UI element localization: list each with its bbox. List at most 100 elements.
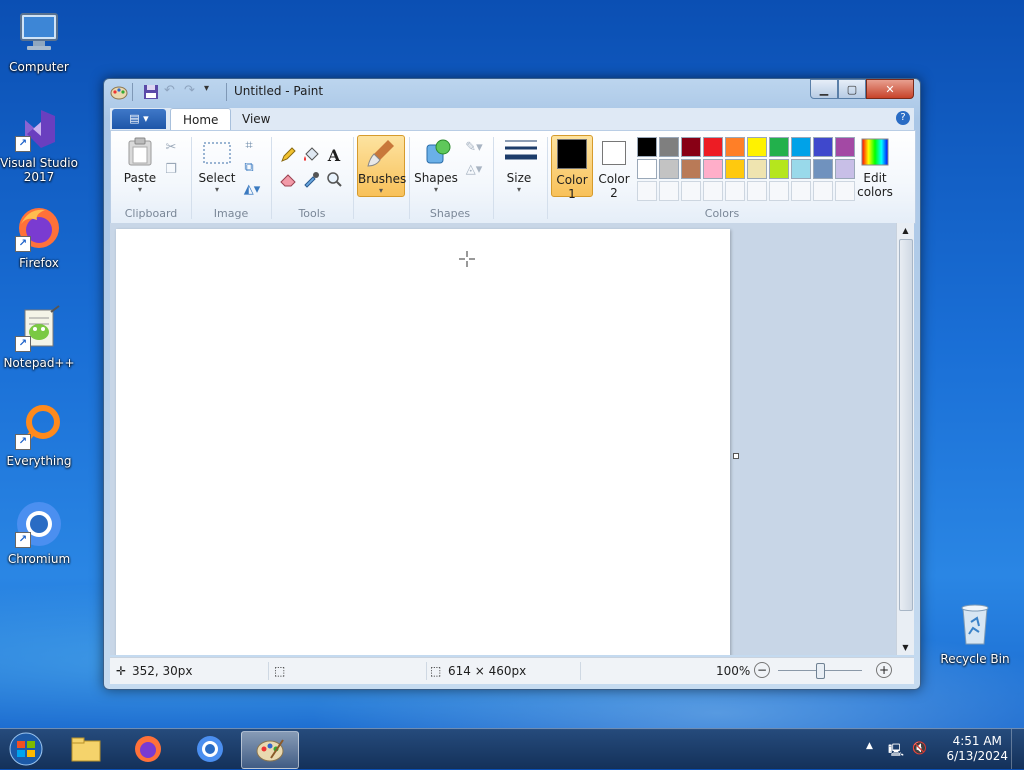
eraser-icon[interactable] xyxy=(278,169,298,189)
palette-custom-swatch[interactable] xyxy=(835,181,855,201)
palette-custom-swatch[interactable] xyxy=(681,181,701,201)
desktop-icon-notepadpp[interactable]: ↗ Notepad++ xyxy=(0,304,78,370)
desktop-icon-chromium[interactable]: ↗ Chromium xyxy=(0,500,78,566)
canvas-workspace[interactable] xyxy=(110,223,896,655)
desktop-icon-visual-studio[interactable]: ↗ Visual Studio 2017 xyxy=(0,104,78,184)
color1-button[interactable]: Color 1 xyxy=(551,135,593,201)
notepadpp-icon: ↗ xyxy=(15,304,63,352)
palette-color-swatch[interactable] xyxy=(791,137,811,157)
taskbar: ▲ 🖳 🔇 4:51 AM 6/13/2024 xyxy=(0,728,1024,769)
taskbar-paint-button[interactable] xyxy=(241,731,299,769)
palette-color-swatch[interactable] xyxy=(703,159,723,179)
palette-color-swatch[interactable] xyxy=(747,137,767,157)
color-picker-icon[interactable] xyxy=(301,169,321,189)
crop-icon[interactable]: ⌗ xyxy=(239,135,259,155)
desktop-icon-everything[interactable]: ↗ Everything xyxy=(0,402,78,468)
start-button[interactable] xyxy=(4,731,48,767)
scroll-down-icon[interactable]: ▼ xyxy=(897,643,914,652)
paint-app-icon[interactable] xyxy=(110,83,128,101)
desktop-icon-computer[interactable]: Computer xyxy=(0,8,78,74)
palette-color-swatch[interactable] xyxy=(725,137,745,157)
scroll-thumb[interactable] xyxy=(899,239,913,611)
palette-custom-swatch[interactable] xyxy=(725,181,745,201)
palette-color-swatch[interactable] xyxy=(681,159,701,179)
palette-custom-swatch[interactable] xyxy=(769,181,789,201)
palette-color-swatch[interactable] xyxy=(791,159,811,179)
brushes-label: Brushes xyxy=(358,172,407,186)
palette-color-swatch[interactable] xyxy=(769,159,789,179)
select-rectangle-icon xyxy=(202,137,232,167)
palette-custom-swatch[interactable] xyxy=(703,181,723,201)
resize-icon[interactable]: ⧉ xyxy=(239,157,259,177)
palette-color-swatch[interactable] xyxy=(835,137,855,157)
cut-icon[interactable]: ✂ xyxy=(161,137,181,157)
canvas-resize-handle[interactable] xyxy=(733,453,739,459)
save-icon[interactable] xyxy=(142,83,160,101)
palette-color-swatch[interactable] xyxy=(769,137,789,157)
customize-quick-access-icon[interactable]: ▾ xyxy=(204,83,222,101)
show-desktop-button[interactable] xyxy=(1011,729,1024,769)
palette-color-swatch[interactable] xyxy=(813,137,833,157)
palette-color-swatch[interactable] xyxy=(637,137,657,157)
zoom-slider-thumb[interactable] xyxy=(816,663,825,679)
zoom-in-icon[interactable]: + xyxy=(876,662,892,678)
palette-custom-swatch[interactable] xyxy=(637,181,657,201)
magnifier-icon[interactable] xyxy=(324,169,344,189)
scroll-up-icon[interactable]: ▲ xyxy=(897,226,914,235)
tab-home[interactable]: Home xyxy=(170,108,232,131)
fill-bucket-icon[interactable] xyxy=(301,145,321,165)
network-icon[interactable]: 🖳 xyxy=(888,741,904,762)
rotate-icon[interactable]: ◭▾ xyxy=(239,179,265,199)
drawing-canvas[interactable] xyxy=(116,229,730,655)
help-icon[interactable]: ? xyxy=(896,111,910,125)
group-clipboard-label: Clipboard xyxy=(124,207,178,220)
palette-color-swatch[interactable] xyxy=(637,159,657,179)
palette-color-swatch[interactable] xyxy=(681,137,701,157)
title-bar[interactable]: ↶ ↷ ▾ Untitled - Paint ▁ ▢ ✕ xyxy=(104,79,920,105)
minimize-button[interactable]: ▁ xyxy=(810,79,838,99)
palette-custom-swatch[interactable] xyxy=(813,181,833,201)
volume-muted-icon[interactable]: 🔇 xyxy=(912,741,927,755)
redo-icon[interactable]: ↷ xyxy=(184,83,202,101)
palette-color-swatch[interactable] xyxy=(835,159,855,179)
everything-search-icon: ↗ xyxy=(15,402,63,450)
color2-button[interactable]: Color 2 xyxy=(595,135,633,200)
palette-custom-swatch[interactable] xyxy=(791,181,811,201)
palette-custom-swatch[interactable] xyxy=(747,181,767,201)
taskbar-explorer-button[interactable] xyxy=(58,731,114,767)
pencil-icon[interactable] xyxy=(278,145,298,165)
folder-icon xyxy=(71,737,101,762)
edit-colors-button[interactable]: Edit colors xyxy=(855,137,895,199)
palette-color-swatch[interactable] xyxy=(703,137,723,157)
close-button[interactable]: ✕ xyxy=(866,79,914,99)
palette-color-swatch[interactable] xyxy=(659,159,679,179)
show-hidden-icons-icon[interactable]: ▲ xyxy=(866,741,873,751)
taskbar-firefox-button[interactable] xyxy=(120,731,176,767)
cursor-position: 352, 30px xyxy=(132,664,193,678)
vertical-scrollbar[interactable]: ▲ ▼ xyxy=(896,223,914,655)
group-colors-label: Colors xyxy=(704,207,740,220)
shapes-button[interactable]: Shapes ▾ xyxy=(413,137,459,194)
palette-custom-swatch[interactable] xyxy=(659,181,679,201)
desktop-icon-recycle-bin[interactable]: Recycle Bin xyxy=(936,600,1014,666)
desktop-icon-firefox[interactable]: ↗ Firefox xyxy=(0,204,78,270)
outline-icon[interactable]: ✎▾ xyxy=(461,137,487,157)
text-tool-icon[interactable]: A xyxy=(324,145,344,165)
size-button[interactable]: Size ▾ xyxy=(499,137,539,194)
tab-view[interactable]: View xyxy=(230,108,282,130)
palette-color-swatch[interactable] xyxy=(813,159,833,179)
select-button[interactable]: Select ▾ xyxy=(197,137,237,194)
copy-icon[interactable]: ❐ xyxy=(161,159,181,179)
paint-menu-button[interactable]: ▤ ▾ xyxy=(112,109,166,129)
brushes-button[interactable]: Brushes ▾ xyxy=(357,135,407,197)
system-clock[interactable]: 4:51 AM 6/13/2024 xyxy=(946,734,1008,764)
palette-color-swatch[interactable] xyxy=(747,159,767,179)
zoom-out-icon[interactable]: − xyxy=(754,662,770,678)
undo-icon[interactable]: ↶ xyxy=(164,83,182,101)
palette-color-swatch[interactable] xyxy=(725,159,745,179)
maximize-button[interactable]: ▢ xyxy=(838,79,866,99)
fill-icon[interactable]: ◬▾ xyxy=(461,159,487,179)
palette-color-swatch[interactable] xyxy=(659,137,679,157)
taskbar-chromium-button[interactable] xyxy=(182,731,238,767)
paste-button[interactable]: Paste ▾ xyxy=(119,137,161,194)
